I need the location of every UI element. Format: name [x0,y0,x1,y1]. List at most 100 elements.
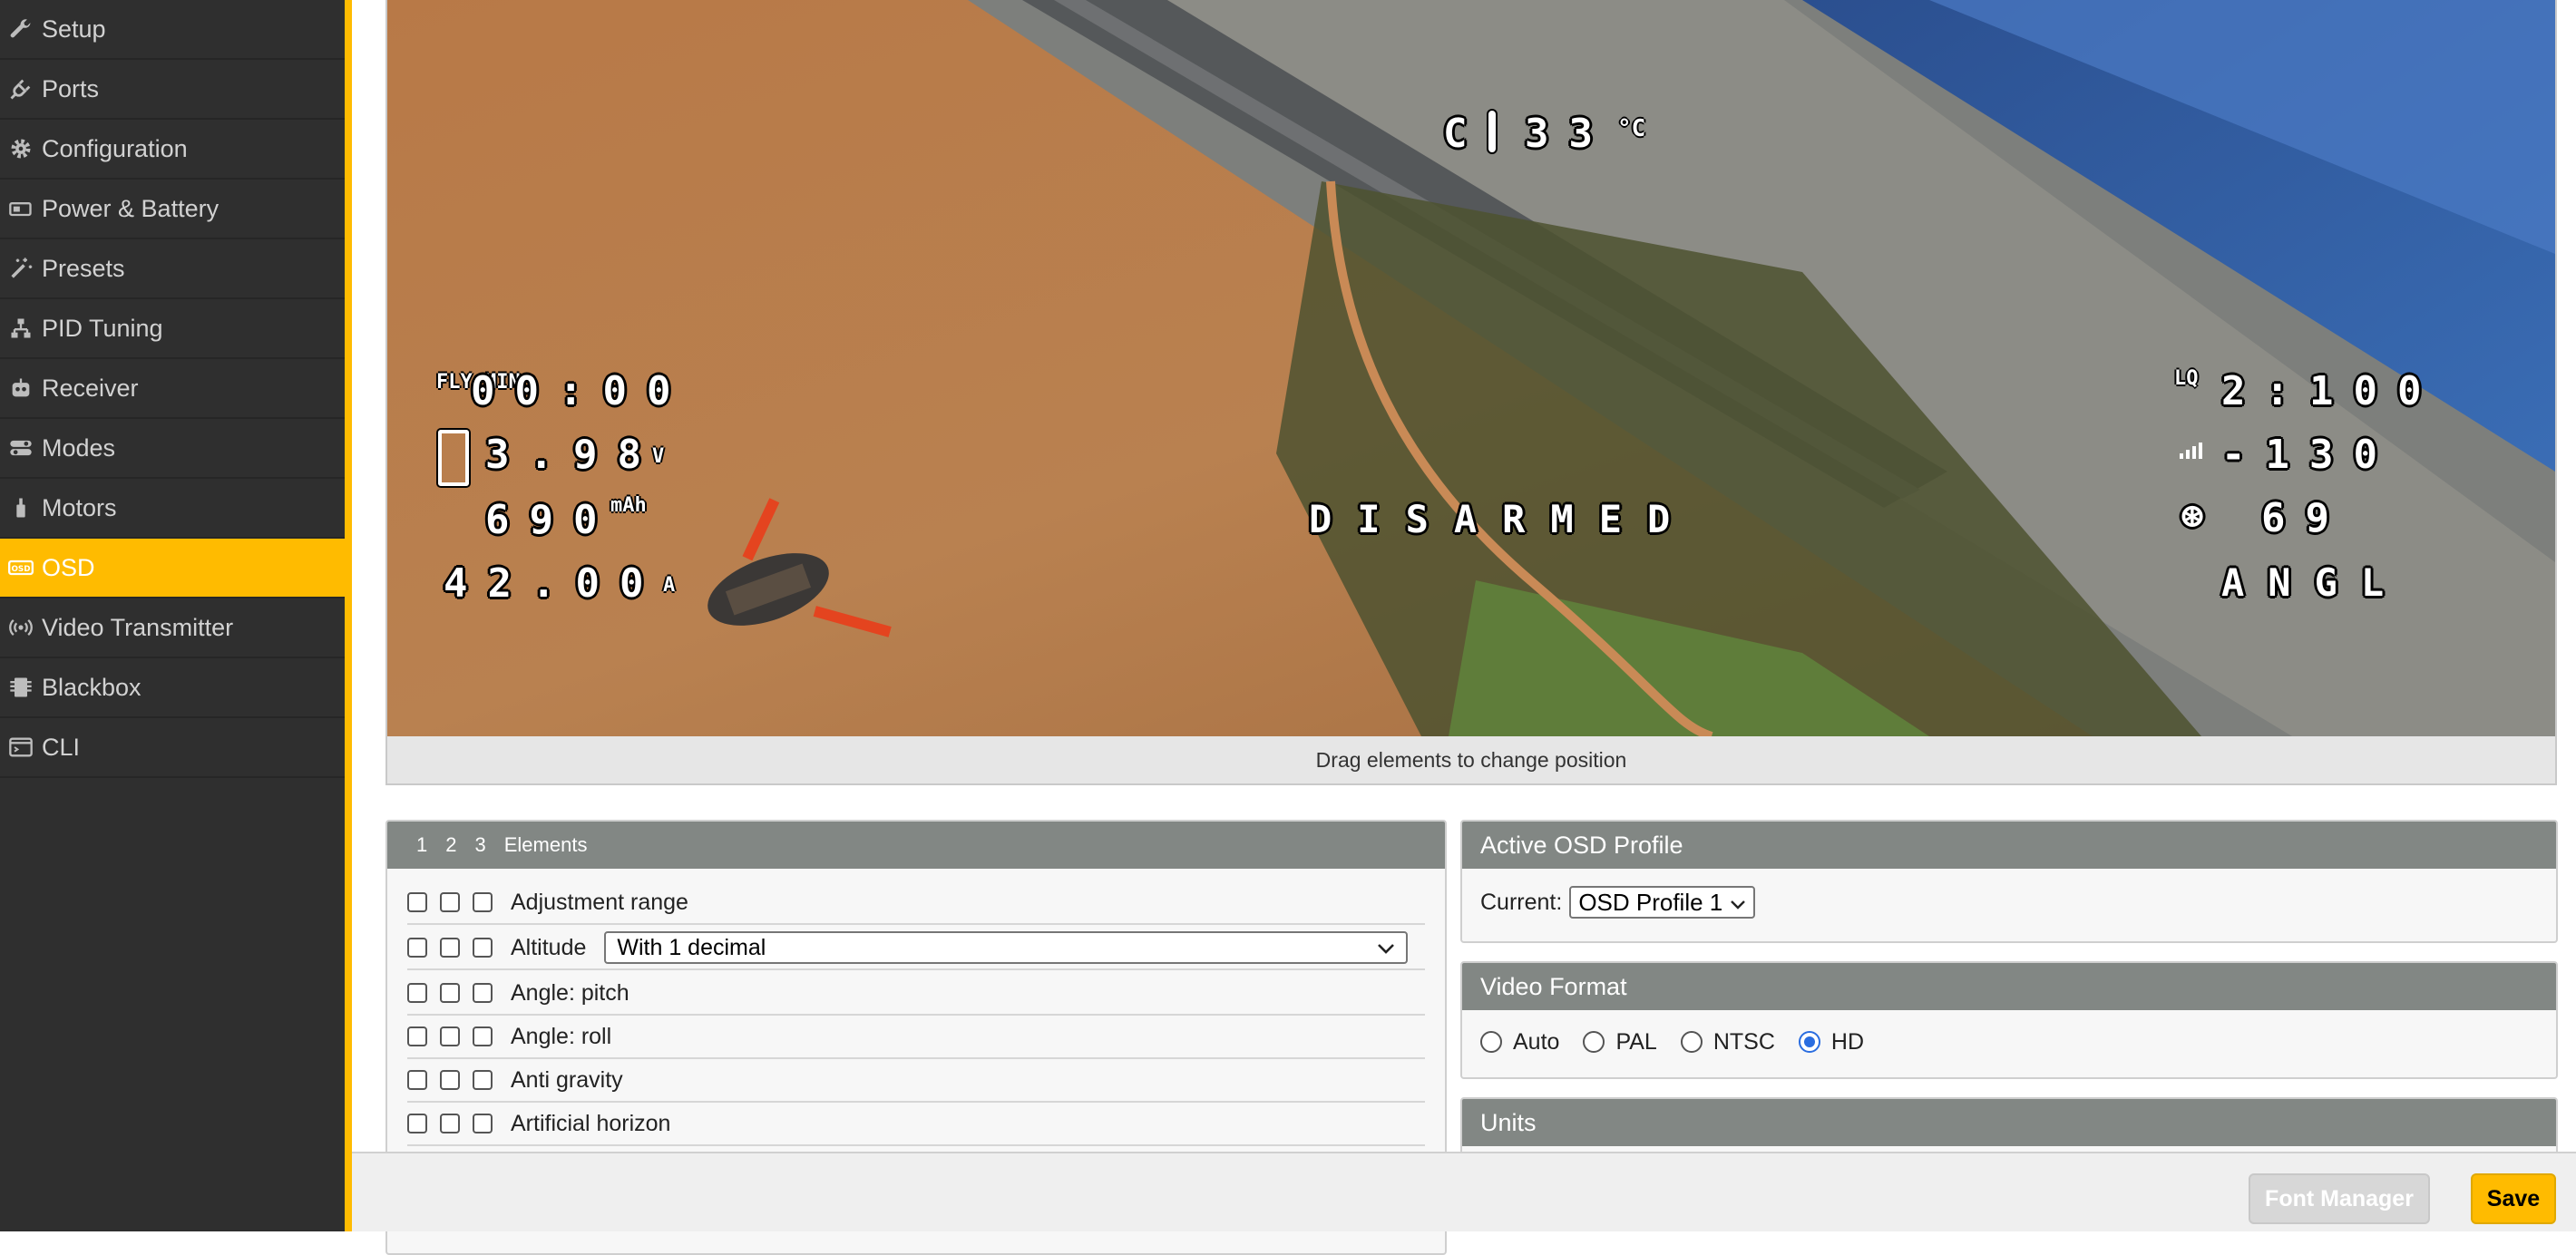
elements-header: 1 2 3 Elements [387,822,1445,869]
sidebar-item-label: CLI [42,733,81,761]
osd-fly-time[interactable]: 00:00 [471,368,690,414]
profile-2-checkbox[interactable] [440,938,460,958]
osd-mah-drawn[interactable]: 690 [485,497,617,543]
sidebar: Setup Ports Configuration Power & Batter… [0,0,345,1231]
osd-preview-image[interactable]: FLY MIN 00:00 3.98 V 690 mAh 42.00 A C 3… [387,0,2555,736]
profile-1-checkbox[interactable] [407,1114,427,1133]
video-format-options: Auto PAL NTSC HD [1462,1010,2556,1074]
current-profile-select[interactable]: OSD Profile 1 [1569,886,1756,919]
radio-button-selected[interactable] [1798,1031,1820,1053]
altitude-format-select[interactable]: With 1 decimal [604,931,1409,964]
element-label: Anti gravity [511,1066,623,1093]
panel-title: Units [1462,1099,2556,1146]
sidebar-item-label: Configuration [42,134,188,162]
element-row-angle-pitch: Angle: pitch [407,972,1425,1016]
osd-battery-icon [438,430,469,486]
osd-icon: OSD [7,554,34,581]
osd-preview-frame: FLY MIN 00:00 3.98 V 690 mAh 42.00 A C 3… [385,0,2557,785]
sidebar-item-label: Modes [42,433,116,462]
osd-lq-icon: LQ [2174,367,2199,390]
sidebar-item-cli[interactable]: CLI [0,718,345,778]
sidebar-item-receiver[interactable]: Receiver [0,359,345,419]
profile-2-checkbox[interactable] [440,983,460,1003]
video-format-pal[interactable]: PAL [1583,1029,1657,1056]
video-format-ntsc[interactable]: NTSC [1680,1029,1775,1056]
osd-arm-status[interactable]: DISARMED [1309,497,1695,541]
sidebar-item-video-transmitter[interactable]: Video Transmitter [0,598,345,658]
video-format-auto[interactable]: Auto [1480,1029,1559,1056]
current-profile-label: Current: [1480,889,1563,915]
element-row-adjustment-range: Adjustment range [407,881,1425,925]
osd-link-quality[interactable]: 2:100 [2221,368,2441,414]
sidebar-item-configuration[interactable]: Configuration [0,120,345,180]
element-row-artificial-horizon: Artificial horizon [407,1103,1425,1146]
broadcast-icon [7,614,34,641]
footer-toolbar: Font Manager Save [352,1152,2576,1231]
profile-1-checkbox[interactable] [407,983,427,1003]
profile-1-checkbox[interactable] [407,1026,427,1046]
gear-icon [7,135,34,162]
sidebar-item-pid-tuning[interactable]: PID Tuning [0,299,345,359]
profile-1-checkbox[interactable] [407,1070,427,1090]
sidebar-item-modes[interactable]: Modes [0,419,345,479]
chevron-down-icon [1377,935,1395,961]
element-label: Adjustment range [511,889,688,915]
sidebar-item-presets[interactable]: Presets [0,239,345,299]
profile-3-checkbox[interactable] [473,1070,493,1090]
radio-button[interactable] [1583,1031,1605,1053]
profile-2-checkbox[interactable] [440,1114,460,1133]
sidebar-item-label: Video Transmitter [42,613,234,641]
profile-2-checkbox[interactable] [440,1070,460,1090]
sidebar-item-power-battery[interactable]: Power & Battery [0,180,345,239]
osd-temperature-unit: °C [1617,115,1646,142]
profile-2-checkbox[interactable] [440,1026,460,1046]
sidebar-item-label: Setup [42,15,106,43]
profile-3-checkbox[interactable] [473,983,493,1003]
sidebar-item-blackbox[interactable]: Blackbox [0,658,345,718]
signal-bars-icon [2180,441,2210,459]
profile-3-checkbox[interactable] [473,938,493,958]
osd-temperature[interactable]: 33 [1525,111,1613,157]
osd-rssi-dbm[interactable]: -130 [2221,432,2397,478]
element-label: Altitude [511,934,587,960]
radio-label: Auto [1513,1028,1560,1055]
osd-current[interactable]: 42.00 [444,560,663,607]
osd-flight-mode[interactable]: ANGL [2221,560,2407,605]
video-format-hd[interactable]: HD [1798,1028,1865,1056]
radio-label: HD [1830,1028,1865,1055]
profile-1-checkbox[interactable] [407,892,427,912]
osd-mah-unit: mAh [610,494,647,517]
osd-throttle[interactable]: 69 [2261,495,2349,541]
sidebar-item-label: Power & Battery [42,194,220,222]
sliders-icon [7,315,34,342]
osd-voltage[interactable]: 3.98 [485,432,661,478]
profile-column-3: 3 [474,833,486,856]
radio-button[interactable] [1680,1031,1703,1053]
magic-wand-icon [7,255,34,282]
profile-3-checkbox[interactable] [473,892,493,912]
current-profile-value: OSD Profile 1 [1578,888,1723,916]
sidebar-item-setup[interactable]: Setup [0,0,345,60]
sidebar-item-label: Ports [42,74,100,102]
profile-3-checkbox[interactable] [473,1114,493,1133]
element-label: Angle: pitch [511,979,629,1006]
active-osd-profile-panel: Active OSD Profile Current: OSD Profile … [1460,820,2558,943]
profile-2-checkbox[interactable] [440,892,460,912]
wrench-icon [7,15,34,43]
save-button[interactable]: Save [2471,1173,2556,1224]
radio-button[interactable] [1480,1031,1502,1053]
profile-1-checkbox[interactable] [407,938,427,958]
blackbox-icon [7,674,34,701]
element-label: Artificial horizon [511,1110,671,1136]
element-row-anti-gravity: Anti gravity [407,1059,1425,1103]
profile-3-checkbox[interactable] [473,1026,493,1046]
profile-column-1: 1 [416,833,428,856]
altitude-format-value: With 1 decimal [617,934,766,960]
sidebar-item-ports[interactable]: Ports [0,60,345,120]
sidebar-item-osd[interactable]: OSD OSD [0,539,345,598]
element-row-altitude: Altitude With 1 decimal [407,927,1425,970]
sidebar-item-motors[interactable]: Motors [0,479,345,539]
terminal-icon [7,734,34,761]
font-manager-button[interactable]: Font Manager [2249,1173,2430,1224]
panel-title: Video Format [1462,963,2556,1010]
